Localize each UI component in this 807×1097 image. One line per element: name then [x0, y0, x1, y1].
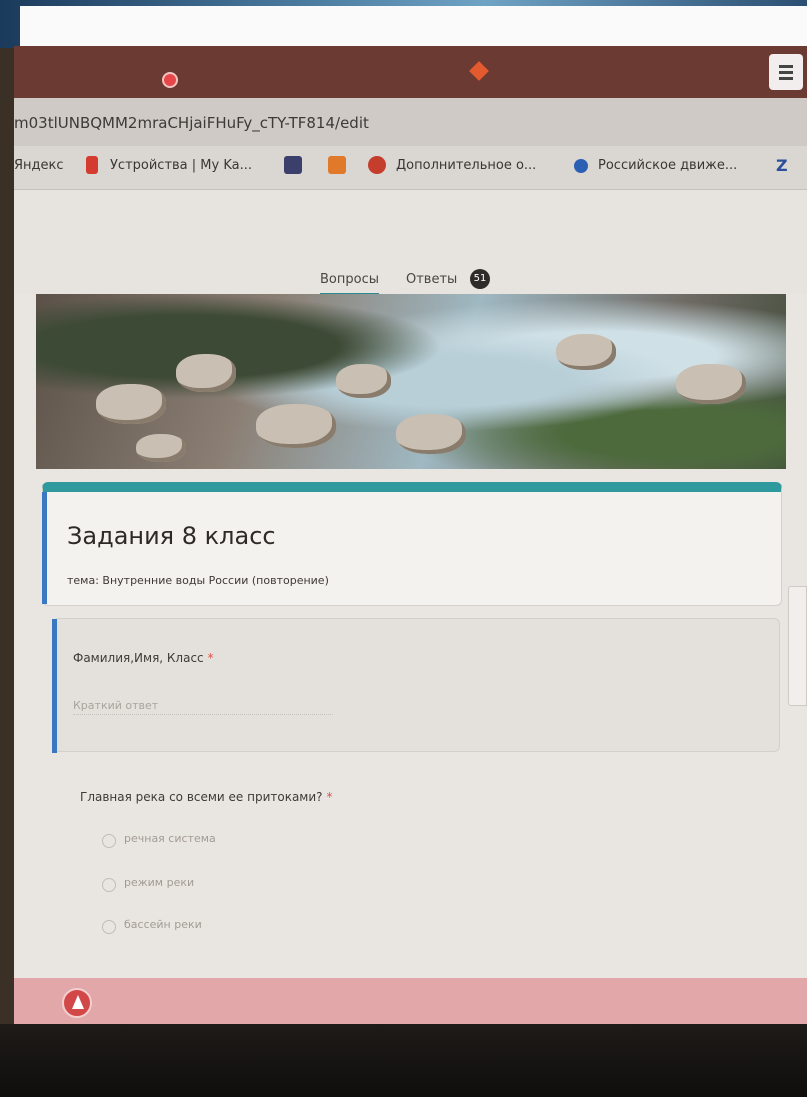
edu-icon	[368, 156, 386, 174]
browser-tab-bar	[14, 46, 807, 98]
bookmark-rdsh[interactable]: Российское движе...	[598, 158, 737, 173]
monitor-bottom-bezel	[0, 1024, 807, 1097]
bookmark-kaspersky[interactable]: Устройства | My Ka...	[110, 158, 252, 173]
forms-header: Вопросы Ответы 51	[14, 190, 807, 296]
required-asterisk: *	[326, 790, 333, 804]
vk-icon[interactable]	[284, 156, 302, 174]
form-title[interactable]: Задания 8 класс	[67, 522, 276, 550]
floating-toolbar[interactable]	[788, 586, 807, 706]
start-app-icon[interactable]	[62, 988, 92, 1018]
form-description[interactable]: тема: Внутренние воды России (повторение…	[67, 574, 329, 587]
bookmark-yandex[interactable]: Яндекс	[14, 158, 64, 173]
taskbar	[14, 978, 807, 1026]
kaspersky-icon	[86, 156, 98, 174]
bookmarks-bar: Яндекс Устройства | My Ka... Дополнитель…	[14, 146, 807, 190]
bookmark-dopolnitelnoe[interactable]: Дополнительное о...	[396, 158, 536, 173]
tab-favicon-icon[interactable]	[469, 61, 489, 81]
short-answer-field[interactable]: Краткий ответ	[73, 699, 333, 715]
question-card-name[interactable]: Фамилия,Имя, Класс * Краткий ответ	[52, 618, 780, 753]
photo-white-bar	[20, 6, 807, 46]
odnoklassniki-icon[interactable]	[328, 156, 346, 174]
tab-questions[interactable]: Вопросы	[320, 272, 379, 296]
radio-button[interactable]	[102, 834, 116, 848]
tab-responses[interactable]: Ответы	[406, 272, 457, 287]
form-title-card: Задания 8 класс тема: Внутренние воды Ро…	[42, 482, 782, 606]
question-card-river[interactable]: Главная река со всеми ее притоками? * реч…	[52, 760, 780, 1000]
url-text[interactable]: m03tlUNBQMM2mraCHjaiFHuFy_cTY-TF814/edit	[14, 114, 369, 132]
focus-accent-bar	[52, 619, 57, 753]
focus-accent-bar	[42, 492, 47, 604]
tab-menu-icon[interactable]	[769, 54, 803, 90]
responses-count-badge: 51	[470, 269, 490, 289]
browser-screen: m03tlUNBQMM2mraCHjaiFHuFy_cTY-TF814/edit…	[14, 46, 807, 1026]
opera-tab-icon[interactable]	[162, 72, 178, 88]
required-asterisk: *	[207, 651, 214, 665]
address-bar[interactable]: m03tlUNBQMM2mraCHjaiFHuFy_cTY-TF814/edit	[14, 98, 807, 146]
radio-button[interactable]	[102, 878, 116, 892]
bookmark-z[interactable]: Z	[776, 156, 788, 175]
question-label: Главная река со всеми ее притоками? *	[80, 790, 333, 804]
header-banner-image	[36, 294, 786, 469]
radio-button[interactable]	[102, 920, 116, 934]
rdsh-icon	[574, 159, 588, 173]
question-label: Фамилия,Имя, Класс *	[73, 651, 214, 665]
